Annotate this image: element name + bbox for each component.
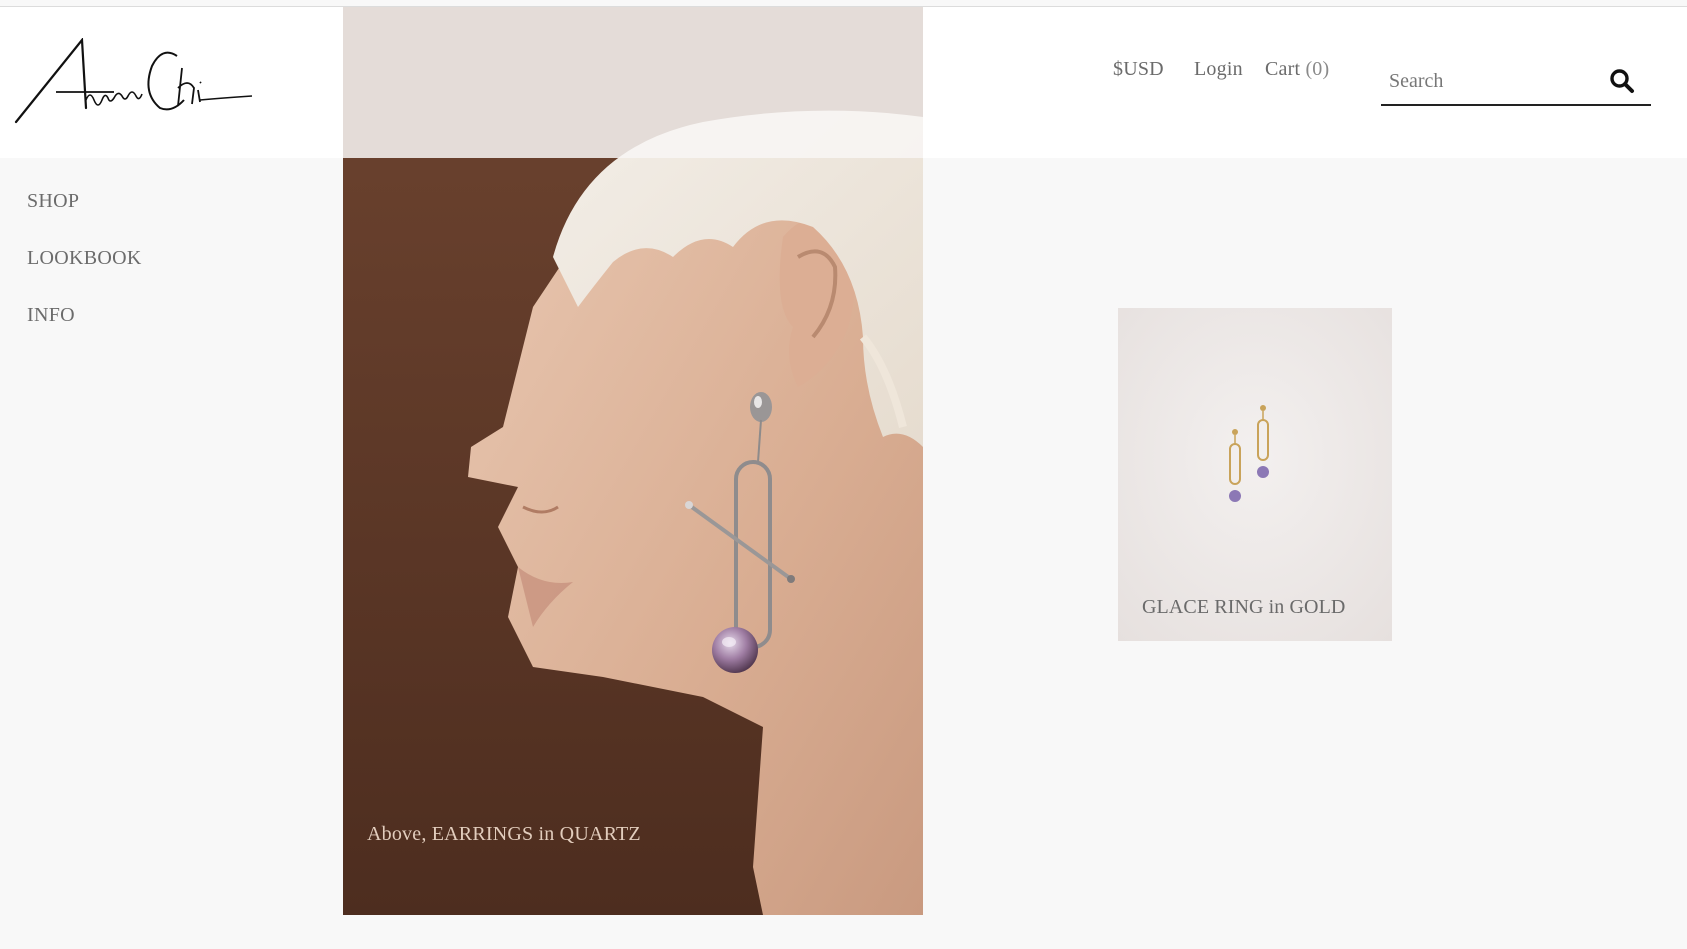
signature-logo-image — [14, 38, 253, 124]
login-link[interactable]: Login — [1194, 58, 1243, 81]
product-card[interactable]: GLACE RING in GOLD — [1118, 308, 1392, 641]
brand-logo[interactable] — [12, 38, 262, 128]
sidebar-item-lookbook[interactable]: LOOKBOOK — [27, 247, 142, 270]
product-image — [1118, 308, 1392, 641]
sidebar-item-info[interactable]: INFO — [27, 304, 142, 327]
hero-image[interactable]: Above, EARRINGS in QUARTZ — [343, 7, 923, 915]
currency-selector[interactable]: $USD — [1113, 58, 1164, 81]
product-title: GLACE RING in GOLD — [1142, 596, 1346, 618]
sidebar-nav: SHOP LOOKBOOK INFO — [27, 190, 142, 361]
hero-caption: Above, EARRINGS in QUARTZ — [367, 823, 641, 845]
cart-count: (0) — [1305, 58, 1330, 80]
page: Above, EARRINGS in QUARTZ $USD Login Car… — [0, 0, 1687, 949]
sidebar-item-shop[interactable]: SHOP — [27, 190, 142, 213]
cart-link[interactable]: Cart (0) — [1265, 58, 1329, 81]
hero-top-overlay — [343, 7, 923, 158]
cart-label: Cart — [1265, 58, 1301, 80]
search-box — [1381, 60, 1651, 106]
search-icon[interactable] — [1609, 68, 1635, 94]
search-input[interactable] — [1387, 64, 1601, 98]
